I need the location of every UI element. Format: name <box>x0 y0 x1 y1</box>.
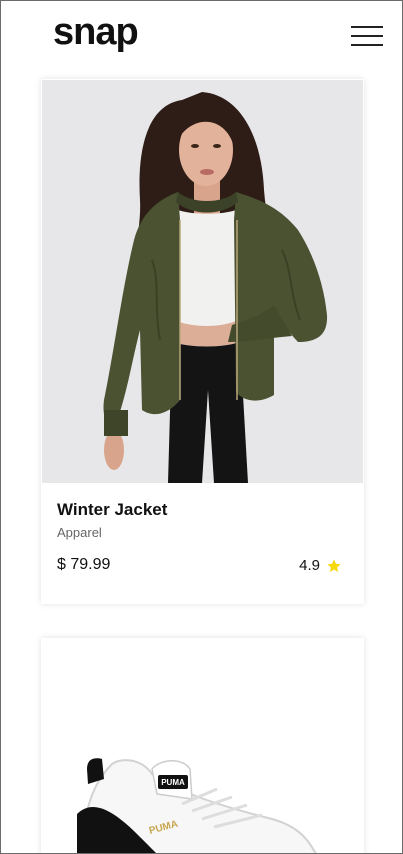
product-image[interactable]: PUMA PUMA <box>42 639 363 853</box>
star-icon <box>327 558 341 572</box>
product-image[interactable] <box>42 80 363 483</box>
product-title[interactable]: Winter Jacket <box>57 500 167 520</box>
snap-logo[interactable]: snap <box>53 13 139 51</box>
menu-line <box>351 44 383 46</box>
menu-line <box>351 35 383 37</box>
jacket-model-photo <box>42 80 363 483</box>
product-card[interactable]: PUMA PUMA <box>41 638 364 853</box>
product-category: Apparel <box>57 525 102 540</box>
product-price: $ 79.99 <box>57 556 111 573</box>
menu-line <box>351 26 383 28</box>
top-bar: snap <box>1 1 402 71</box>
rating-value: 4.9 <box>299 557 320 574</box>
app-viewport: snap Winter Jacket Apparel $ 79.99 4.9 P… <box>0 0 403 854</box>
sneaker-photo: PUMA PUMA <box>42 639 363 853</box>
puma-tongue-logo: PUMA <box>161 778 185 787</box>
product-card[interactable]: Winter Jacket Apparel $ 79.99 4.9 <box>41 79 364 604</box>
hamburger-menu-button[interactable] <box>351 26 383 48</box>
product-rating: 4.9 <box>299 557 342 574</box>
